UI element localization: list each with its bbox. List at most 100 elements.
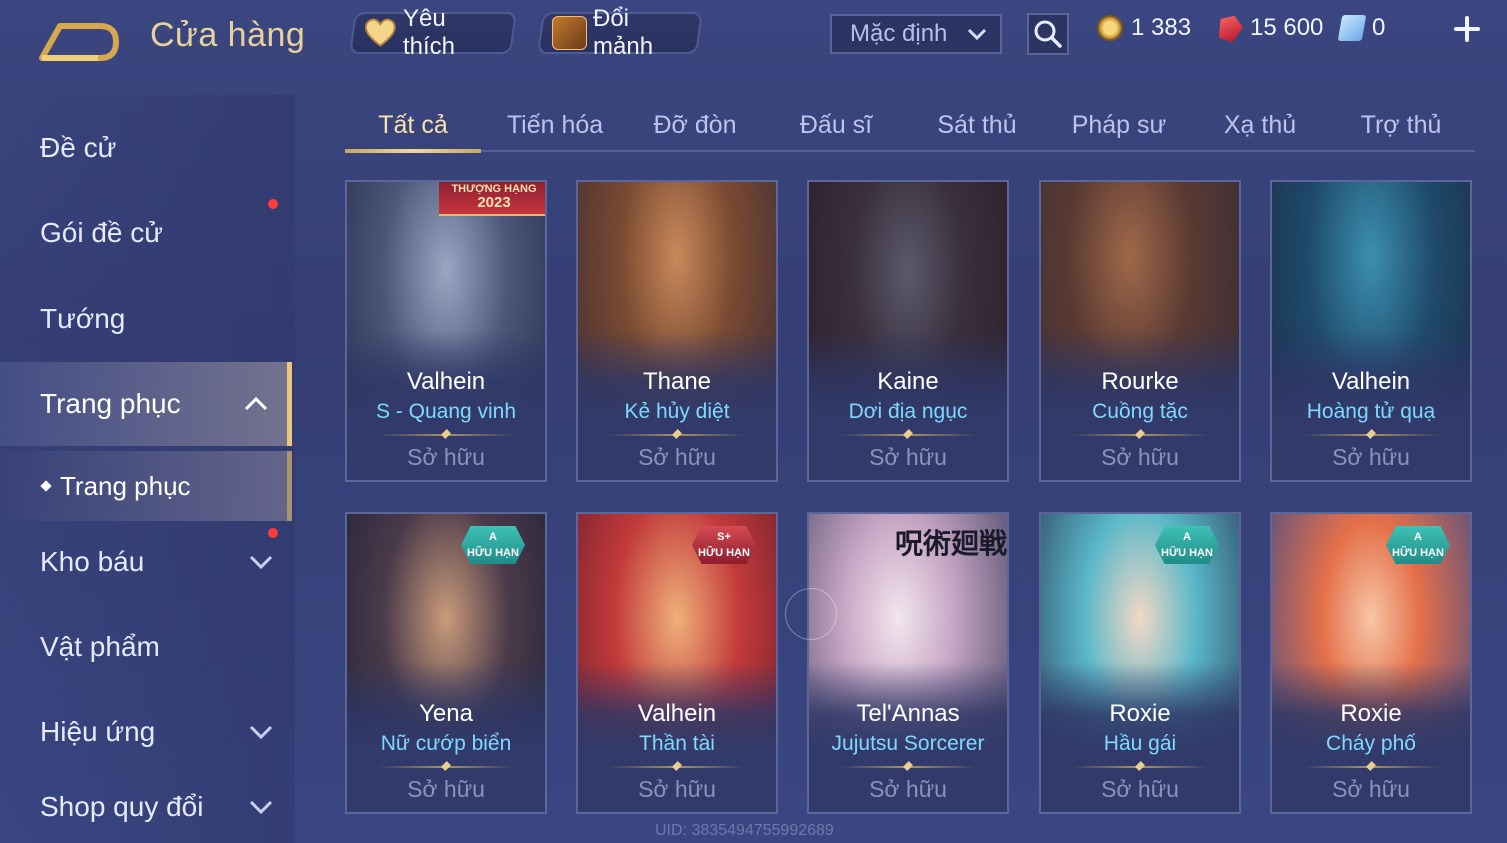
limited-badge: A HỮU HẠN	[1386, 526, 1450, 564]
owned-status: Sở hữu	[1101, 776, 1179, 802]
owned-status: Sở hữu	[1332, 444, 1410, 470]
sidebar-item-label: Đề cử	[40, 132, 117, 163]
skin-name: Cuồng tặc	[1092, 400, 1188, 423]
skin-card[interactable]: A HỮU HẠN Roxie Cháy phố Sở hữu	[1270, 512, 1472, 814]
badge-text: HỮU HẠN	[467, 547, 519, 559]
uid-watermark: UID: 3835494755992689	[655, 822, 834, 839]
shard-exchange-label: Đổi mảnh	[592, 5, 653, 60]
add-currency-button[interactable]	[1452, 14, 1482, 44]
tab-evolution[interactable]: Tiến hóa	[487, 100, 623, 150]
sidebar-item-label: Vật phẩm	[40, 631, 160, 662]
card-divider	[377, 434, 515, 436]
tab-assassin[interactable]: Sát thủ	[911, 100, 1043, 150]
skin-name: Jujutsu Sorcerer	[831, 732, 985, 755]
sidebar-item-effects[interactable]: Hiệu ứng	[0, 696, 292, 768]
gold-coin-icon	[1097, 15, 1123, 41]
touch-indicator	[785, 588, 837, 640]
gold-balance: 1 383	[1097, 14, 1191, 42]
sidebar-item-label: Tướng	[40, 303, 126, 334]
search-icon	[1034, 20, 1062, 48]
skin-card[interactable]: Valhein Hoàng tử quạ Sở hữu	[1270, 180, 1472, 482]
card-divider	[608, 434, 746, 436]
hero-name: Roxie	[1109, 700, 1171, 727]
sidebar-subitem-label: Trang phục	[60, 470, 191, 501]
skin-card[interactable]: 呪術廻戦 Tel'Annas Jujutsu Sorcerer Sở hữu	[807, 512, 1009, 814]
voucher-icon	[1337, 15, 1367, 41]
shard-exchange-button[interactable]: Đổi mảnh	[537, 5, 703, 60]
card-divider	[839, 766, 977, 768]
favorites-button[interactable]: Yêu thích	[349, 5, 517, 60]
hero-name: Valhein	[637, 700, 717, 727]
owned-status: Sở hữu	[1101, 444, 1179, 470]
gem-amount: 15 600	[1250, 14, 1324, 41]
hero-name: Tel'Annas	[856, 700, 960, 727]
skin-card[interactable]: Thane Kẻ hủy diệt Sở hữu	[576, 180, 778, 482]
heart-icon	[364, 18, 396, 47]
sidebar-item-heroes[interactable]: Tướng	[0, 283, 292, 355]
card-divider	[377, 766, 515, 768]
sidebar-item-treasure[interactable]: Kho báu	[0, 526, 292, 598]
hero-name: Yena	[419, 700, 473, 727]
sidebar-item-label: Shop quy đổi	[40, 791, 204, 822]
hero-name: Valhein	[1331, 368, 1411, 395]
skin-card[interactable]: S+ HỮU HẠN Valhein Thần tài Sở hữu	[576, 512, 778, 814]
skin-card[interactable]: A HỮU HẠN Yena Nữ cướp biển Sở hữu	[345, 512, 547, 814]
sidebar-item-featured[interactable]: Đề cử	[0, 112, 292, 184]
series-logo: 呪術廻戦	[894, 527, 1007, 560]
tab-mage[interactable]: Pháp sư	[1052, 100, 1186, 150]
sidebar-item-skins[interactable]: Trang phục	[0, 362, 292, 446]
card-divider	[1071, 766, 1209, 768]
chevron-down-icon	[249, 725, 273, 740]
limited-badge: A HỮU HẠN	[1155, 526, 1219, 564]
badge-text: HỮU HẠN	[698, 547, 750, 559]
shard-chest-icon	[552, 16, 587, 50]
owned-status: Sở hữu	[407, 444, 485, 470]
tab-tank[interactable]: Đỡ đòn	[629, 100, 761, 150]
skin-name: Dơi địa ngục	[848, 400, 968, 423]
sidebar-item-exchange-shop[interactable]: Shop quy đổi	[0, 771, 292, 843]
chevron-down-icon	[249, 800, 273, 815]
tab-all[interactable]: Tất cả	[345, 100, 481, 153]
sidebar-item-label: Trang phục	[40, 388, 181, 419]
owned-status: Sở hữu	[869, 444, 947, 470]
hero-name: Rourke	[1101, 368, 1179, 395]
hero-name: Valhein	[406, 368, 486, 395]
sidebar-item-items[interactable]: Vật phẩm	[0, 611, 292, 683]
skin-name: Cháy phố	[1326, 732, 1416, 755]
skin-name: Hầu gái	[1103, 732, 1177, 755]
skin-card[interactable]: A HỮU HẠN Roxie Hầu gái Sở hữu	[1039, 512, 1241, 814]
limited-badge: S+ HỮU HẠN	[692, 526, 756, 564]
badge-grade: S+	[717, 531, 731, 543]
tab-fighter[interactable]: Đấu sĩ	[770, 100, 902, 150]
skin-grid: THƯỢNG HẠNG 2023 Valhein S - Quang vinh …	[345, 180, 1475, 843]
card-divider	[1302, 434, 1440, 436]
sidebar-item-label: Kho báu	[40, 546, 145, 577]
badge-grade: A	[1414, 531, 1422, 543]
card-divider	[839, 434, 977, 436]
rank-banner-year: 2023	[477, 194, 511, 211]
card-divider	[1071, 434, 1209, 436]
skin-name: Kẻ hủy diệt	[624, 400, 730, 423]
sidebar-subitem-skins[interactable]: Trang phục	[0, 451, 292, 521]
owned-status: Sở hữu	[407, 776, 485, 802]
skin-name: S - Quang vinh	[375, 400, 517, 423]
owned-status: Sở hữu	[1332, 776, 1410, 802]
owned-status: Sở hữu	[638, 444, 716, 470]
tab-support[interactable]: Trợ thủ	[1334, 100, 1468, 150]
voucher-balance: 0	[1337, 14, 1385, 42]
red-gem-icon	[1214, 12, 1245, 45]
sidebar-item-featured-packs[interactable]: Gói đề cử	[0, 197, 292, 269]
hero-name: Kaine	[877, 368, 939, 395]
notification-dot	[268, 528, 278, 538]
badge-text: HỮU HẠN	[1161, 547, 1213, 559]
notification-dot	[268, 199, 278, 209]
skin-card[interactable]: Rourke Cuồng tặc Sở hữu	[1039, 180, 1241, 482]
tab-marksman[interactable]: Xạ thủ	[1193, 100, 1327, 150]
top-bar: Cửa hàng Yêu thích Đổi mảnh Mặc định 1 3…	[0, 0, 1507, 80]
rank-banner: THƯỢNG HẠNG 2023	[439, 182, 545, 216]
skin-card[interactable]: THƯỢNG HẠNG 2023 Valhein S - Quang vinh …	[345, 180, 547, 482]
search-button[interactable]	[1027, 13, 1069, 55]
skin-card[interactable]: Kaine Dơi địa ngục Sở hữu	[807, 180, 1009, 482]
sort-dropdown[interactable]: Mặc định	[830, 14, 1002, 54]
back-arrow-icon[interactable]	[38, 18, 120, 62]
